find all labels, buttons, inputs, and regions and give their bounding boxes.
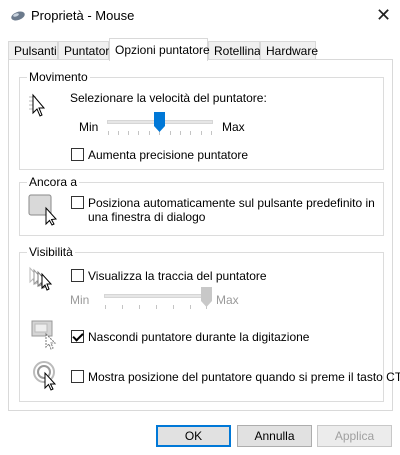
tab-strip: Pulsanti Puntatori Opzioni puntatore Rot… [0, 38, 400, 61]
close-icon: ✕ [375, 4, 392, 25]
precision-checkbox[interactable] [71, 148, 84, 161]
apply-button[interactable]: Applica [317, 425, 392, 447]
snap-label-line2: una finestra di dialogo [88, 210, 206, 224]
trail-slider-thumb[interactable] [200, 287, 212, 307]
close-button[interactable]: ✕ [367, 0, 400, 30]
title-bar: Proprietà - Mouse ✕ [0, 0, 400, 32]
ctrl-locate-label: Mostra posizione del puntatore quando si… [88, 370, 400, 384]
snap-label-line1: Posiziona automaticamente sul pulsante p… [88, 196, 375, 210]
speed-max-label: Max [222, 120, 245, 134]
group-label-ancora: Ancora a [27, 175, 80, 189]
ctrl-locate-checkbox[interactable] [71, 370, 84, 383]
precision-label: Aumenta precisione puntatore [88, 148, 249, 162]
tab-pulsanti[interactable]: Pulsanti [8, 41, 58, 60]
hide-pointer-label: Nascondi puntatore durante la digitazion… [88, 330, 310, 344]
hide-pointer-icon [31, 320, 57, 350]
trail-slider-track[interactable] [104, 294, 208, 298]
group-label-movimento: Movimento [27, 70, 90, 84]
pointer-trail-icon [29, 266, 53, 291]
speed-label: Selezionare la velocità del puntatore: [70, 91, 267, 105]
snap-to-button-icon [28, 194, 58, 226]
ok-button[interactable]: OK [156, 425, 231, 447]
group-label-visibilita: Visibilità [27, 245, 75, 259]
trail-min-label: Min [70, 293, 90, 307]
snap-checkbox[interactable] [71, 196, 84, 209]
trail-checkbox[interactable] [71, 269, 84, 282]
tab-puntatori[interactable]: Puntatori [58, 41, 112, 60]
speed-min-label: Min [79, 120, 99, 134]
pointer-speed-icon [29, 93, 46, 117]
tab-rotellina[interactable]: Rotellina [208, 41, 261, 60]
locate-pointer-icon [33, 361, 57, 391]
hide-pointer-checkbox[interactable] [71, 330, 84, 343]
tab-opzioni-puntatore[interactable]: Opzioni puntatore [109, 38, 210, 61]
speed-slider-thumb[interactable] [154, 112, 165, 132]
mouse-icon [11, 11, 25, 21]
window-title: Proprietà - Mouse [31, 8, 135, 23]
trail-max-label: Max [216, 293, 239, 307]
trail-label: Visualizza la traccia del puntatore [88, 269, 267, 283]
cancel-button[interactable]: Annulla [237, 425, 312, 447]
tab-hardware[interactable]: Hardware [260, 41, 318, 60]
